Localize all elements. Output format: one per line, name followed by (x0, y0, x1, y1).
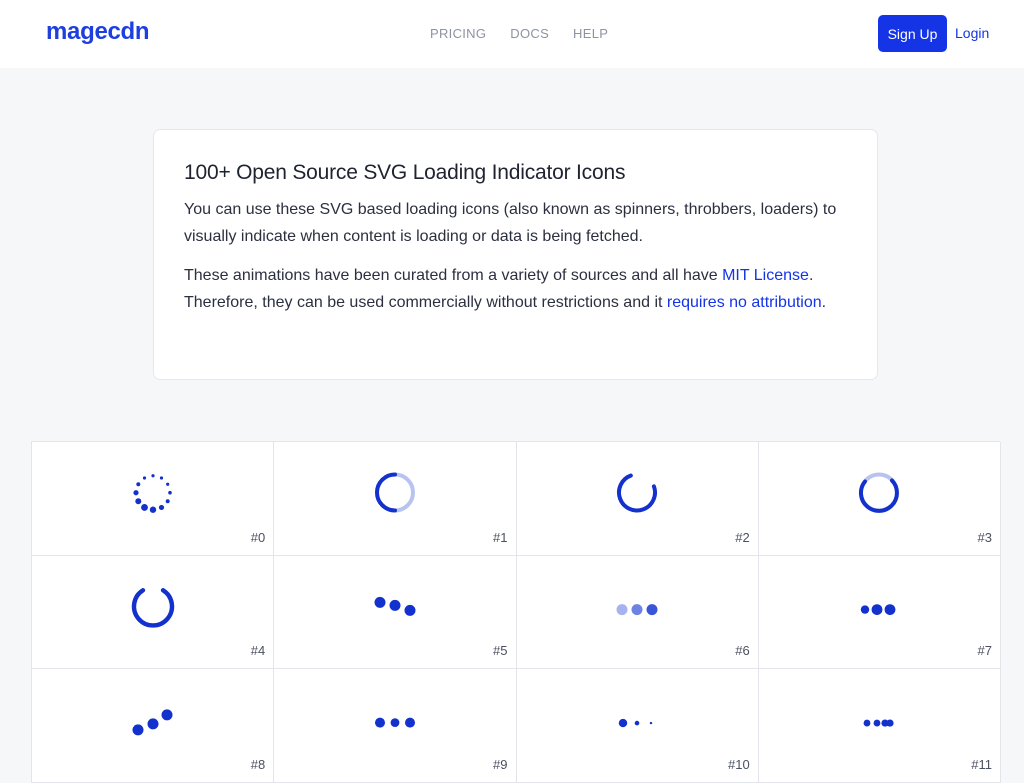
logo[interactable]: magecdn (46, 18, 150, 46)
loader-number: #0 (250, 529, 266, 545)
loader-card-6[interactable]: #6 (516, 555, 759, 669)
bunched-dots-icon (863, 719, 894, 727)
loader-card-0[interactable]: #0 (32, 442, 275, 556)
pulse-dots-icon (861, 603, 896, 615)
intro-card: 100+ Open Source SVG Loading Indicator I… (153, 129, 878, 380)
loader-number: #2 (735, 529, 750, 545)
intro-paragraph: You can use these SVG based loading icon… (184, 201, 837, 245)
loader-number: #7 (977, 643, 992, 658)
ring-arc-spinner-icon (374, 472, 415, 513)
nav-help[interactable]: HELP (573, 26, 608, 41)
main-nav: PRICING DOCS HELP (430, 26, 608, 41)
loader-number: #10 (728, 756, 750, 772)
loader-card-11[interactable]: #11 (758, 669, 1001, 783)
loader-card-8[interactable]: #8 (32, 669, 275, 783)
page-title: 100+ Open Source SVG Loading Indicator I… (184, 161, 626, 184)
loader-card-4[interactable]: #4 (32, 555, 275, 669)
loader-number: #8 (250, 756, 266, 772)
loader-card-7[interactable]: #7 (758, 555, 1001, 669)
loader-number: #3 (977, 529, 992, 545)
loader-card-9[interactable]: #9 (274, 669, 517, 783)
sign-up-button[interactable]: Sign Up (878, 15, 947, 52)
loader-grid: #0 #1 #2 #3 #4 #5 #6 #7 #8 #9 #10 #11 (31, 441, 1001, 783)
license-paragraph: These animations have been curated from … (184, 263, 847, 316)
dotted-circle-spinner-icon (133, 474, 172, 514)
nav-docs[interactable]: DOCS (510, 26, 549, 41)
no-attribution-link[interactable]: requires no attribution (667, 294, 822, 311)
loader-card-2[interactable]: #2 (516, 442, 759, 556)
loader-number: #6 (735, 643, 750, 658)
license-text-end: . (821, 293, 827, 311)
nav-pricing[interactable]: PRICING (430, 26, 486, 41)
three-dots-icon (374, 717, 415, 728)
mit-license-link[interactable]: MIT License (722, 267, 809, 284)
loader-number: #5 (493, 643, 508, 658)
fading-dots-icon (616, 603, 658, 615)
loader-card-3[interactable]: #3 (758, 442, 1001, 556)
ring-spinner-icon (859, 472, 900, 514)
login-link[interactable]: Login (955, 25, 989, 41)
falling-dots-icon (374, 596, 416, 616)
loader-number: #11 (971, 756, 992, 772)
loader-number: #1 (493, 529, 508, 545)
license-text-start: These animations have been curated from … (184, 267, 723, 284)
open-arc-spinner-icon (617, 473, 658, 513)
loader-card-10[interactable]: #10 (516, 669, 759, 783)
shrinking-dots-icon (618, 719, 653, 728)
loader-card-5[interactable]: #5 (274, 555, 517, 669)
site-header: magecdn PRICING DOCS HELP Sign Up Login (0, 0, 1024, 68)
loader-number: #4 (250, 643, 266, 658)
rising-dots-icon (132, 709, 173, 736)
loader-number: #9 (493, 756, 508, 772)
loader-card-1[interactable]: #1 (274, 442, 517, 556)
horseshoe-spinner-icon (131, 587, 174, 628)
